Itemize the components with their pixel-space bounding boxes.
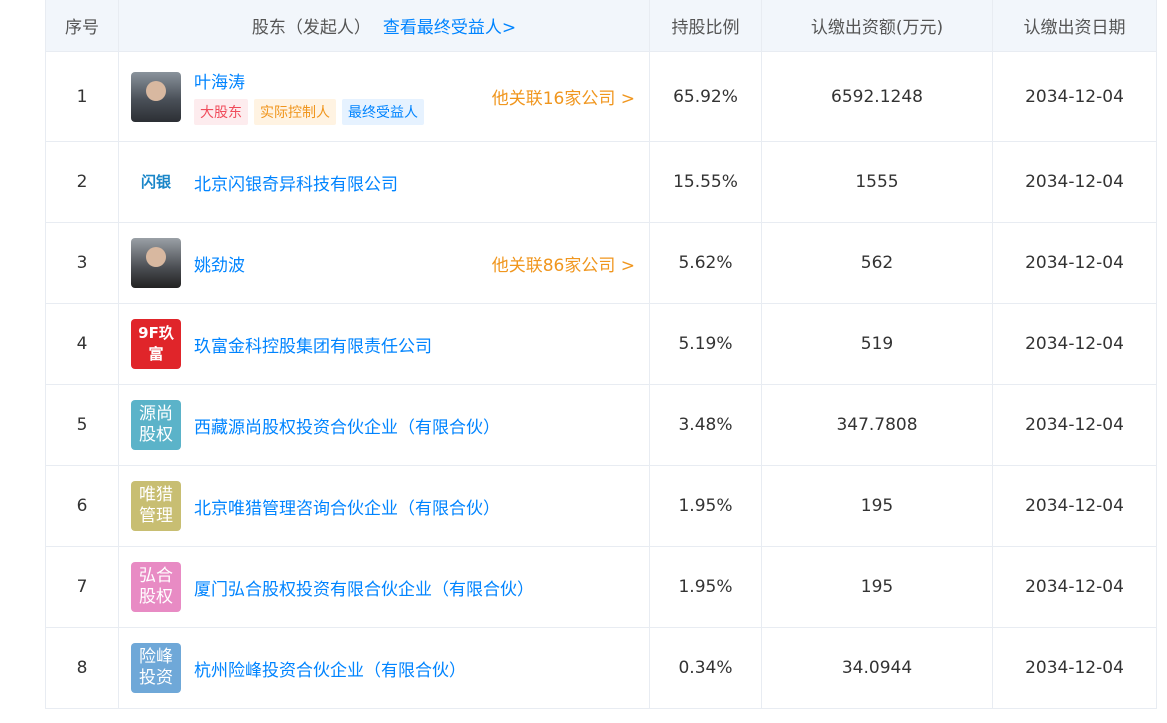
header-amount: 认缴出资额(万元) xyxy=(762,0,993,51)
date-value: 2034-12-04 xyxy=(1025,86,1124,107)
ratio-value: 65.92% xyxy=(650,52,762,141)
header-date: 认缴出资日期 xyxy=(1023,18,1126,38)
ratio-value: 15.55% xyxy=(650,142,762,222)
header-ratio: 持股比例 xyxy=(650,0,762,51)
avatar[interactable] xyxy=(131,71,181,122)
header-shareholder: 股东（发起人） 查看最终受益人> xyxy=(119,0,650,51)
amount-value: 519 xyxy=(762,304,993,384)
amount-value: 195 xyxy=(762,547,993,627)
date-value: 2034-12-04 xyxy=(1025,415,1124,435)
shareholder-name[interactable]: 北京唯猎管理咨询合伙企业（有限合伙） xyxy=(194,494,500,519)
amount-value: 195 xyxy=(762,466,993,546)
tag-group: 大股东 实际控制人 最终受益人 xyxy=(194,99,424,125)
date-value: 2034-12-04 xyxy=(1025,496,1124,516)
table-row: 3 姚劲波 他关联86家公司 > 5.62% 562 2034-12-04 xyxy=(46,223,1156,304)
table-row: 4 9F玖富 玖富金科控股集团有限责任公司 5.19% 519 2034-12-… xyxy=(46,304,1156,385)
company-logo[interactable]: 9F玖富 xyxy=(131,319,181,369)
ratio-value: 0.34% xyxy=(650,628,762,708)
shareholder-cell: 9F玖富 玖富金科控股集团有限责任公司 xyxy=(119,304,650,384)
table-row: 6 唯猎管理 北京唯猎管理咨询合伙企业（有限合伙） 1.95% 195 2034… xyxy=(46,466,1156,547)
table-row: 7 弘合股权 厦门弘合股权投资有限合伙企业（有限合伙） 1.95% 195 20… xyxy=(46,547,1156,628)
date-value: 2034-12-04 xyxy=(1025,334,1124,354)
table-row: 1 叶海涛 大股东 实际控制人 最终受益人 他关联16家公司 > 65.92% … xyxy=(46,52,1156,142)
amount-value: 347.7808 xyxy=(762,385,993,465)
amount-value: 6592.1248 xyxy=(762,52,993,141)
row-index: 8 xyxy=(46,628,119,708)
tag-major-shareholder: 大股东 xyxy=(194,99,248,125)
related-companies-link[interactable]: 他关联86家公司 > xyxy=(492,251,635,276)
shareholder-name[interactable]: 杭州险峰投资合伙企业（有限合伙） xyxy=(194,656,466,681)
company-logo[interactable]: 弘合股权 xyxy=(131,562,181,612)
row-index: 6 xyxy=(46,466,119,546)
header-index: 序号 xyxy=(46,0,119,51)
row-index: 4 xyxy=(46,304,119,384)
ratio-value: 1.95% xyxy=(650,466,762,546)
shareholder-cell: 险峰投资 杭州险峰投资合伙企业（有限合伙） xyxy=(119,628,650,708)
company-logo[interactable]: 源尚股权 xyxy=(131,400,181,450)
view-beneficiary-link[interactable]: 查看最终受益人> xyxy=(383,13,516,38)
shareholder-name[interactable]: 西藏源尚股权投资合伙企业（有限合伙） xyxy=(194,413,500,438)
table-row: 5 源尚股权 西藏源尚股权投资合伙企业（有限合伙） 3.48% 347.7808… xyxy=(46,385,1156,466)
shareholder-name[interactable]: 叶海涛 xyxy=(194,68,424,93)
row-index: 5 xyxy=(46,385,119,465)
shareholder-name[interactable]: 玖富金科控股集团有限责任公司 xyxy=(194,332,432,357)
shareholder-name[interactable]: 北京闪银奇异科技有限公司 xyxy=(194,170,398,195)
table-header: 序号 股东（发起人） 查看最终受益人> 持股比例 认缴出资额(万元) 认缴出资日… xyxy=(46,0,1156,52)
row-index: 3 xyxy=(46,223,119,303)
tag-actual-controller: 实际控制人 xyxy=(254,99,336,125)
shareholder-cell: 姚劲波 他关联86家公司 > xyxy=(119,223,650,303)
table-row: 8 险峰投资 杭州险峰投资合伙企业（有限合伙） 0.34% 34.0944 20… xyxy=(46,628,1156,709)
amount-value: 562 xyxy=(762,223,993,303)
ratio-value: 5.19% xyxy=(650,304,762,384)
shareholder-cell: 叶海涛 大股东 实际控制人 最终受益人 他关联16家公司 > xyxy=(119,52,650,141)
amount-value: 1555 xyxy=(762,142,993,222)
shareholder-cell: 源尚股权 西藏源尚股权投资合伙企业（有限合伙） xyxy=(119,385,650,465)
shareholder-cell: 弘合股权 厦门弘合股权投资有限合伙企业（有限合伙） xyxy=(119,547,650,627)
avatar[interactable] xyxy=(131,238,181,288)
ratio-value: 5.62% xyxy=(650,223,762,303)
tag-ultimate-beneficiary: 最终受益人 xyxy=(342,99,424,125)
company-logo[interactable]: 险峰投资 xyxy=(131,643,181,693)
ratio-value: 3.48% xyxy=(650,385,762,465)
row-index: 1 xyxy=(46,52,119,141)
shareholder-name[interactable]: 厦门弘合股权投资有限合伙企业（有限合伙） xyxy=(194,575,534,600)
shareholder-cell: 闪银 北京闪银奇异科技有限公司 xyxy=(119,142,650,222)
row-index: 7 xyxy=(46,547,119,627)
date-value: 2034-12-04 xyxy=(1025,658,1124,678)
related-companies-link[interactable]: 他关联16家公司 > xyxy=(492,84,635,109)
ratio-value: 1.95% xyxy=(650,547,762,627)
amount-value: 34.0944 xyxy=(762,628,993,708)
company-logo[interactable]: 闪银 xyxy=(131,157,181,207)
date-value: 2034-12-04 xyxy=(1025,172,1124,192)
table-row: 2 闪银 北京闪银奇异科技有限公司 15.55% 1555 2034-12-04 xyxy=(46,142,1156,223)
shareholder-name[interactable]: 姚劲波 xyxy=(194,251,245,276)
shareholder-cell: 唯猎管理 北京唯猎管理咨询合伙企业（有限合伙） xyxy=(119,466,650,546)
date-value: 2034-12-04 xyxy=(1025,577,1124,597)
company-logo[interactable]: 唯猎管理 xyxy=(131,481,181,531)
header-shareholder-label: 股东（发起人） xyxy=(251,18,371,38)
row-index: 2 xyxy=(46,142,119,222)
shareholder-table: 序号 股东（发起人） 查看最终受益人> 持股比例 认缴出资额(万元) 认缴出资日… xyxy=(45,0,1157,709)
date-value: 2034-12-04 xyxy=(1025,253,1124,273)
